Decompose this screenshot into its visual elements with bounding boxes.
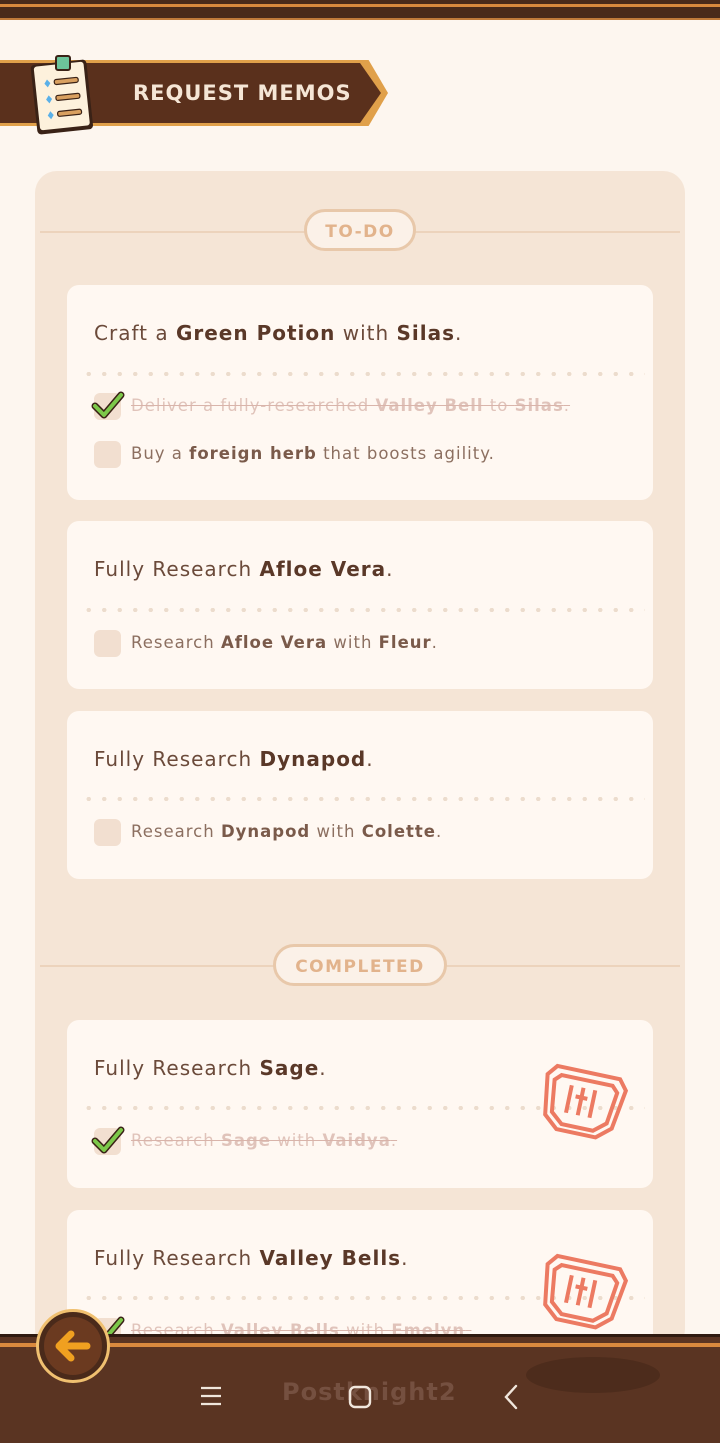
memo-title: Fully Research Sage. <box>94 1056 327 1080</box>
completed-section-label: COMPLETED <box>273 944 447 986</box>
task-text: Deliver a fully-researched Valley Bell t… <box>131 396 571 415</box>
home-icon[interactable] <box>348 1385 372 1409</box>
back-arrow-icon <box>55 1330 91 1362</box>
memo-title: Fully Research Dynapod. <box>94 747 374 771</box>
completed-stamp-icon <box>543 1063 629 1140</box>
task-text: Research Afloe Vera with Fleur. <box>131 633 438 652</box>
dotted-separator <box>81 608 645 612</box>
completed-stamp-icon <box>543 1253 629 1330</box>
memo-title: Fully Research Valley Bells. <box>94 1246 409 1270</box>
memo-card-green-potion[interactable]: Craft a Green Potion with Silas. Deliver… <box>67 285 653 500</box>
memo-card-dynapod[interactable]: Fully Research Dynapod. Research Dynapod… <box>67 711 653 879</box>
back-chevron-icon[interactable] <box>502 1384 520 1410</box>
task-text: Research Dynapod with Colette. <box>131 822 443 841</box>
memo-card-afloe-vera[interactable]: Fully Research Afloe Vera. Research Aflo… <box>67 521 653 689</box>
memo-title: Fully Research Afloe Vera. <box>94 557 394 581</box>
top-bar <box>0 0 720 20</box>
memo-card-sage[interactable]: Fully Research Sage. Research Sage with … <box>67 1020 653 1188</box>
todo-section-label: TO-DO <box>304 209 416 251</box>
task-text: Buy a foreign herb that boosts agility. <box>131 444 495 463</box>
task-checkbox[interactable] <box>94 441 121 468</box>
checkmark-icon <box>91 1126 125 1154</box>
wood-knot <box>526 1357 660 1393</box>
task-text: Research Sage with Vaidya. <box>131 1131 398 1150</box>
menu-icon[interactable] <box>200 1386 222 1406</box>
task-checkbox[interactable] <box>94 819 121 846</box>
dotted-separator <box>81 372 645 376</box>
checkmark-icon <box>91 391 125 419</box>
back-button[interactable] <box>36 1309 110 1383</box>
dotted-separator <box>81 797 645 801</box>
page-title: REQUEST MEMOS <box>133 81 352 105</box>
memo-icon <box>30 55 94 135</box>
memo-title: Craft a Green Potion with Silas. <box>94 321 463 345</box>
task-checkbox[interactable] <box>94 630 121 657</box>
